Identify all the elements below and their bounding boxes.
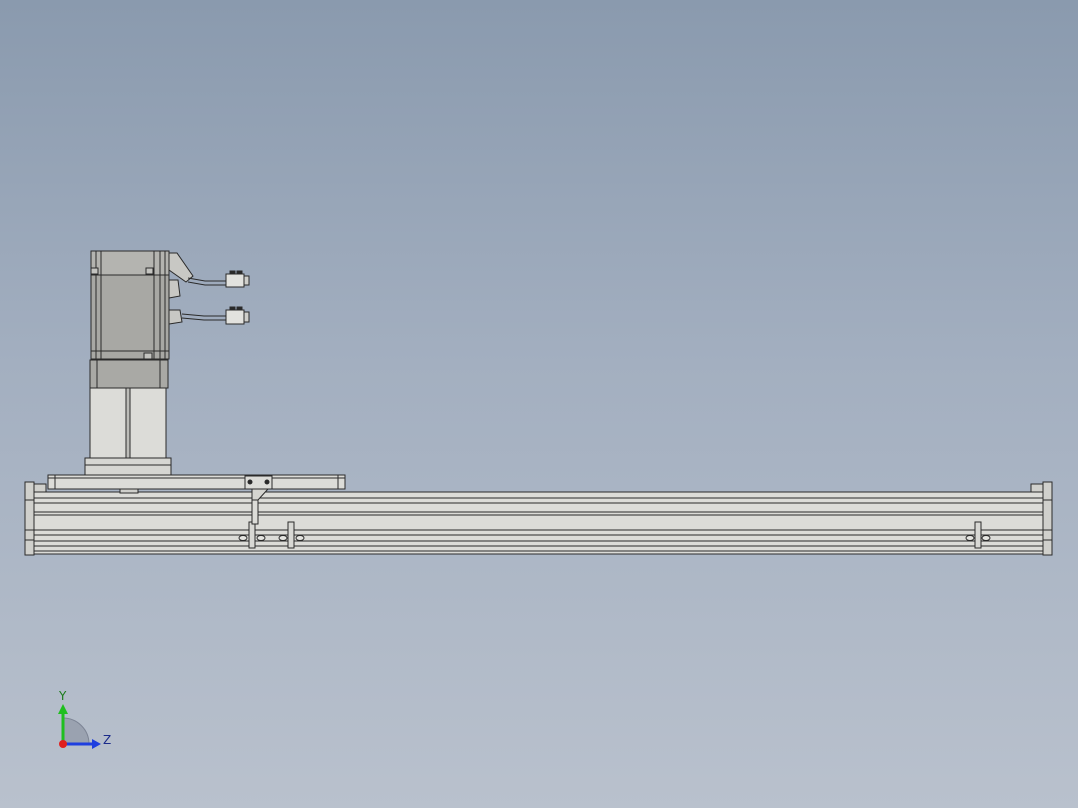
x-axis-dot [59,740,67,748]
connector-upper[interactable] [225,270,250,288]
z-axis-label: Z [103,733,111,747]
gear-reducer[interactable] [84,359,172,476]
y-axis-label: Y [58,689,67,703]
linear-rail[interactable] [24,481,1053,556]
orientation-triad[interactable]: Y Z [58,689,111,749]
cad-viewport[interactable]: Y Z [0,0,1078,808]
connector-lower[interactable] [225,306,250,325]
y-axis-arrowhead [58,704,68,714]
motor-cable-upper[interactable] [187,277,226,286]
servo-motor[interactable] [90,250,194,360]
motor-cable-lower[interactable] [181,313,226,321]
z-axis-arrowhead [92,739,101,749]
